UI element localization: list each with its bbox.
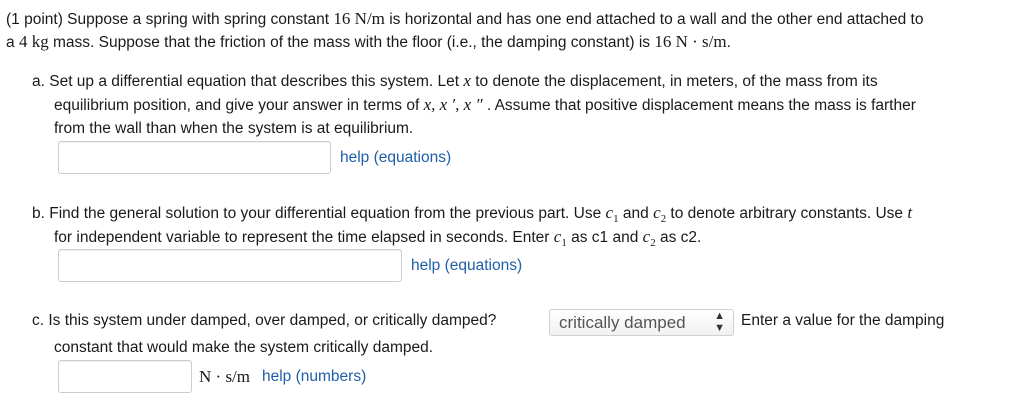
select-arrows-icon: ▲ ▼ <box>714 310 725 334</box>
intro-line-1: (1 point) Suppose a spring with spring c… <box>6 9 924 28</box>
answer-input-c[interactable] <box>58 360 192 393</box>
problem-page: (1 point) Suppose a spring with spring c… <box>0 0 1024 413</box>
part-c-line-2: constant that would make the system crit… <box>54 339 434 356</box>
help-equations-link-a[interactable]: help (equations) <box>340 147 451 169</box>
damping-unit-label: N · s/m <box>199 367 250 386</box>
part-c-line-1-end: Enter a value for the damping <box>741 312 945 329</box>
part-a-line-3: from the wall than when the system is at… <box>54 120 414 137</box>
help-numbers-link[interactable]: help (numbers) <box>262 366 366 388</box>
damping-type-select[interactable]: critically damped ▲ ▼ <box>549 309 734 336</box>
part-a-line-1: a. Set up a differential equation that d… <box>32 71 878 90</box>
intro-line-2: a 4 kg mass. Suppose that the friction o… <box>6 32 731 51</box>
answer-input-b[interactable] <box>58 249 402 282</box>
part-b-line-2: for independent variable to represent th… <box>54 227 702 249</box>
part-c-line-1: c. Is this system under damped, over dam… <box>32 312 497 329</box>
help-equations-link-b[interactable]: help (equations) <box>411 255 522 277</box>
part-a-line-2: equilibrium position, and give your answ… <box>54 95 916 114</box>
answer-input-a[interactable] <box>58 141 331 174</box>
damping-type-selected-value: critically damped <box>559 313 686 332</box>
part-b-line-1: b. Find the general solution to your dif… <box>32 203 913 225</box>
